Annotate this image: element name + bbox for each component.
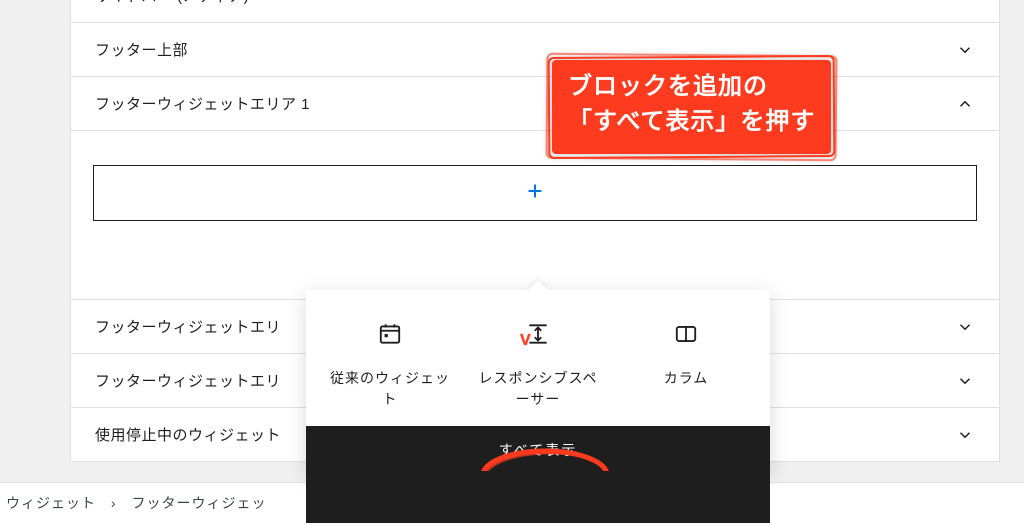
calendar-icon [324, 314, 456, 354]
show-all-overflow [306, 471, 770, 523]
block-option-responsive-spacer[interactable]: レスポンシブスペーサー [468, 308, 608, 416]
chevron-down-icon [955, 317, 975, 337]
area-row-footer-top[interactable]: フッター上部 [70, 23, 1000, 77]
show-all-button[interactable]: すべて表示 [306, 426, 770, 474]
chevron-down-icon [955, 371, 975, 391]
chevron-down-icon [955, 0, 975, 6]
chevron-down-icon [955, 40, 975, 60]
inserter-grid: 従来のウィジェット レスポンシブスペーサー カラム [306, 290, 770, 426]
annotation-callout: ブロックを追加の 「すべて表示」を押す [552, 60, 831, 154]
plus-icon [524, 180, 546, 207]
area-row-footer-widget-1[interactable]: フッターウィジェットエリア 1 [70, 77, 1000, 131]
breadcrumb-current: フッターウィジェッ [131, 495, 266, 511]
add-block-button[interactable] [93, 165, 977, 221]
breadcrumb-separator: › [111, 495, 117, 511]
block-option-label: カラム [620, 368, 752, 389]
chevron-down-icon [955, 425, 975, 445]
breadcrumb-root[interactable]: ウィジェット [6, 495, 96, 511]
block-option-label: レスポンシブスペーサー [472, 368, 604, 410]
chevron-up-icon [955, 94, 975, 114]
annotation-line: ブロックを追加の [568, 70, 815, 105]
area-label: フッター上部 [95, 39, 955, 60]
show-all-label: すべて表示 [499, 442, 577, 458]
spacer-icon [472, 314, 604, 354]
columns-icon [620, 314, 752, 354]
block-option-legacy-widget[interactable]: 従来のウィジェット [320, 308, 460, 416]
block-option-label: 従来のウィジェット [324, 368, 456, 410]
annotation-line: 「すべて表示」を押す [568, 105, 815, 140]
block-inserter-popover: 従来のウィジェット レスポンシブスペーサー カラム [306, 290, 770, 474]
area-label: サイドバー (メディア) [95, 0, 955, 6]
block-option-columns[interactable]: カラム [616, 308, 756, 416]
area-row-sidebar-media[interactable]: サイドバー (メディア) [70, 0, 1000, 23]
area-expanded-body [70, 131, 1000, 300]
